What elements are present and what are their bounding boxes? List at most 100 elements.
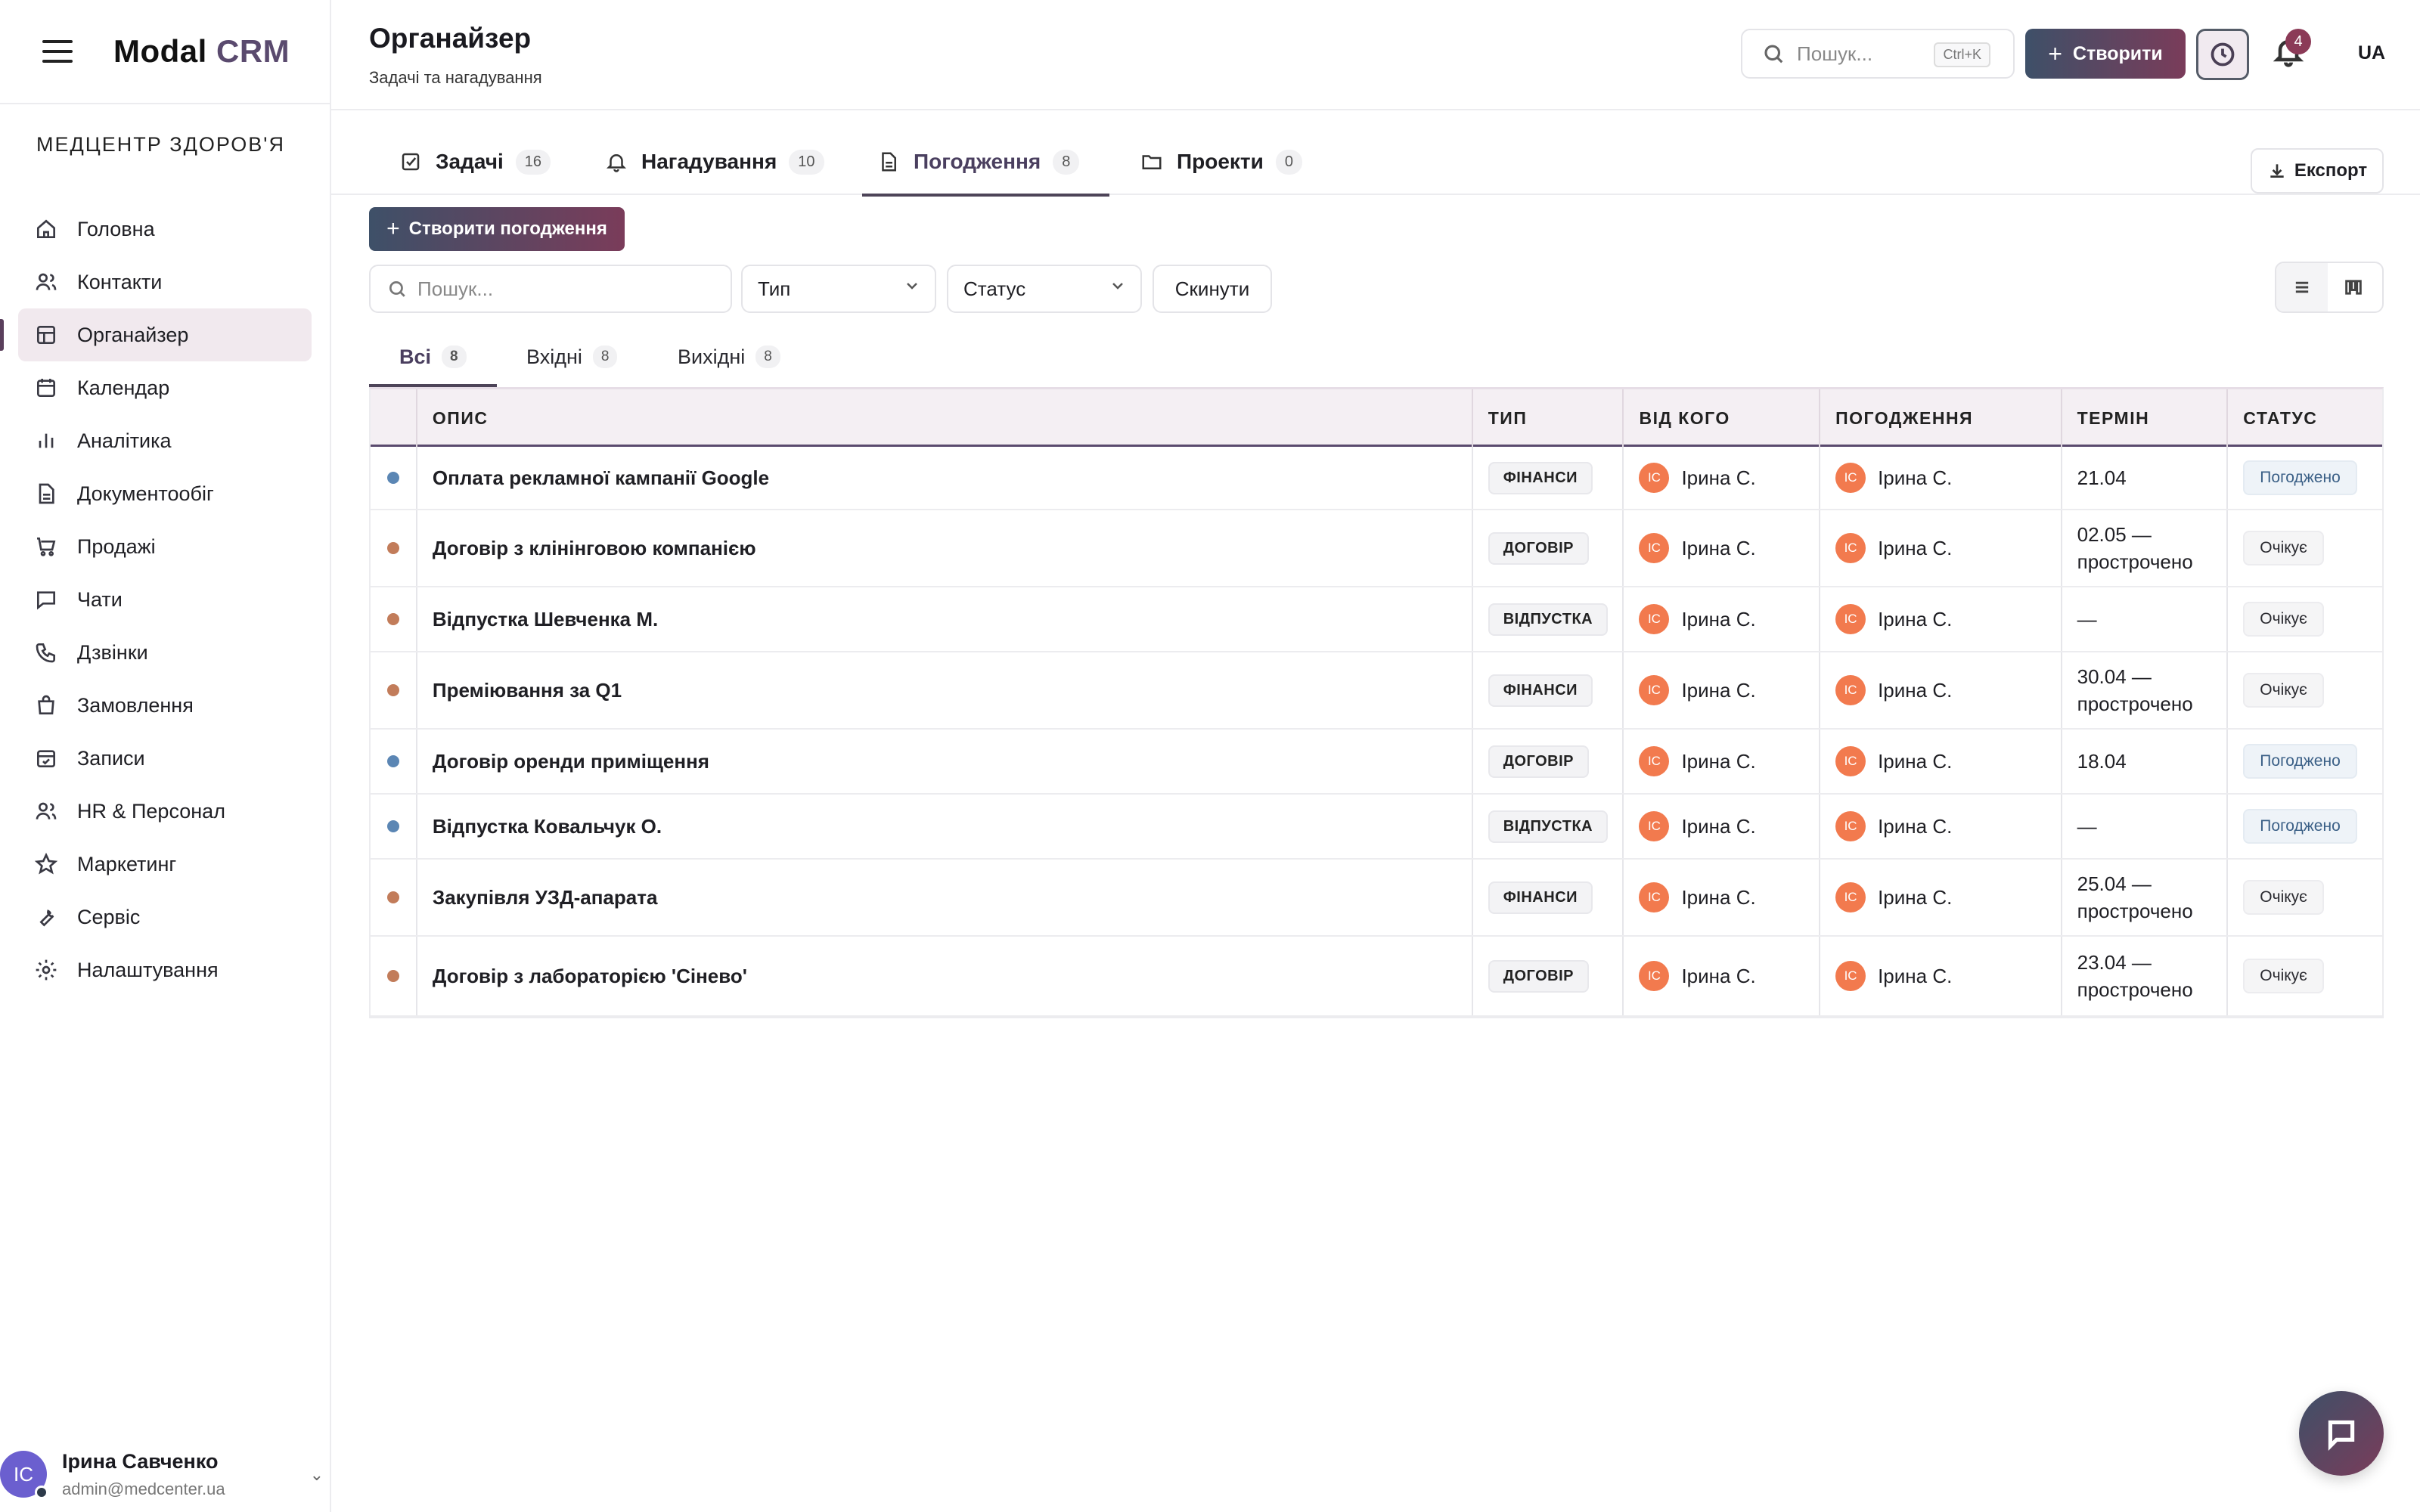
tab-projects[interactable]: Проекти 0 (1140, 129, 1302, 195)
chevron-down-icon[interactable]: ⌄ (310, 1465, 324, 1485)
sidebar-item-4[interactable]: Аналітика (18, 414, 312, 467)
approval-description[interactable]: Оплата рекламної кампанії Google (433, 466, 769, 490)
reset-button[interactable]: Скинути (1153, 265, 1272, 313)
chat-button[interactable] (2299, 1391, 2384, 1476)
sidebar-item-label: Сервіс (77, 905, 141, 928)
approver-name: Ірина С. (1878, 814, 1953, 838)
table-row[interactable]: Договір з лабораторією 'Сінево' ДОГОВІР IC… (371, 937, 2382, 1017)
type-badge: ФІНАНСИ (1488, 881, 1593, 914)
direction-tabs: Всі 8 Вхідні 8 Вихідні 8 (369, 330, 2384, 387)
sidebar-item-8[interactable]: Дзвінки (18, 626, 312, 679)
subtab-outgoing[interactable]: Вихідні 8 (678, 330, 780, 384)
approver-name: Ірина С. (1878, 749, 1953, 773)
sidebar-item-7[interactable]: Чати (18, 573, 312, 626)
approval-description[interactable]: Преміювання за Q1 (433, 679, 622, 702)
tab-reminders[interactable]: Нагадування 10 (605, 129, 824, 195)
header-status[interactable]: СТАТУС (2228, 389, 2382, 447)
sidebar-item-13[interactable]: Сервіс (18, 891, 312, 943)
table-row[interactable]: Преміювання за Q1 ФІНАНСИ IC Ірина С. IC Ірин… (371, 652, 2382, 730)
sidebar-item-label: HR & Персонал (77, 799, 225, 823)
create-approval-button[interactable]: + Створити погодження (369, 207, 625, 251)
table-row[interactable]: Оплата рекламної кампанії Google ФІНАНСИ I… (371, 447, 2382, 510)
type-badge: ДОГОВІР (1488, 959, 1590, 993)
status-select[interactable]: Статус (947, 265, 1142, 313)
avatar: IC (1835, 882, 1866, 912)
status-badge: Очікує (2243, 531, 2324, 565)
history-button[interactable] (2196, 29, 2249, 80)
sidebar: Modal CRM МЕДЦЕНТР ЗДОРОВ'Я Головна Конта… (0, 0, 331, 1512)
status-dot (386, 970, 399, 982)
team-icon (33, 798, 59, 824)
sidebar-item-label: Продажі (77, 534, 156, 558)
table-row[interactable]: Відпустка Шевченка М. ВІДПУСТКА IC Ірина С.… (371, 587, 2382, 652)
sidebar-item-14[interactable]: Налаштування (18, 943, 312, 996)
cart-icon (33, 534, 59, 559)
approvals-table: ОПИС ТИП ВІД КОГО ПОГОДЖЕННЯ ТЕРМІН СТАТ… (369, 387, 2384, 1018)
subtab-all[interactable]: Всі 8 (369, 330, 497, 387)
sidebar-item-5[interactable]: Документообіг (18, 467, 312, 520)
status-dot (386, 891, 399, 903)
from-name: Ірина С. (1681, 536, 1756, 559)
header-approver[interactable]: ПОГОДЖЕННЯ (1820, 389, 2062, 447)
avatar: IC (1639, 961, 1670, 991)
kanban-view-button[interactable] (2328, 263, 2379, 311)
header-from[interactable]: ВІД КОГО (1624, 389, 1821, 447)
avatar: IC (1835, 811, 1866, 841)
approval-description[interactable]: Договір з лабораторією 'Сінево' (433, 965, 747, 988)
sidebar-item-6[interactable]: Продажі (18, 520, 312, 573)
language-switch[interactable]: UA (2358, 42, 2385, 64)
term-value: — (2077, 608, 2097, 631)
sidebar-item-0[interactable]: Головна (18, 203, 312, 256)
type-badge: ВІДПУСТКА (1488, 603, 1609, 636)
header-description[interactable]: ОПИС (417, 389, 1473, 447)
tab-approvals[interactable]: Погодження 8 (861, 129, 1110, 197)
table-row[interactable]: Договір оренди приміщення ДОГОВІР IC Ірина … (371, 730, 2382, 795)
table-row[interactable]: Відпустка Ковальчук О. ВІДПУСТКА IC Ірина С… (371, 795, 2382, 860)
avatar: IC (1835, 675, 1866, 705)
approval-description[interactable]: Закупівля УЗД-апарата (433, 886, 658, 909)
plus-icon: + (386, 216, 400, 241)
approval-description[interactable]: Договір з клінінговою компанією (433, 537, 756, 560)
sidebar-item-1[interactable]: Контакти (18, 256, 312, 308)
status-badge: Погоджено (2243, 460, 2357, 495)
from-name: Ірина С. (1681, 964, 1756, 987)
table-row[interactable]: Договір з клінінговою компанією ДОГОВІР IC… (371, 510, 2382, 587)
header-type[interactable]: ТИП (1473, 389, 1624, 447)
list-view-button[interactable] (2276, 263, 2328, 311)
header-term[interactable]: ТЕРМІН (2062, 389, 2229, 447)
sidebar-item-9[interactable]: Замовлення (18, 679, 312, 732)
page-title: Органайзер (369, 23, 532, 54)
term-value: 30.04 — прострочено (2077, 665, 2193, 715)
sidebar-item-2[interactable]: Органайзер (0, 308, 312, 361)
type-select[interactable]: Тип (741, 265, 936, 313)
approval-description[interactable]: Відпустка Ковальчук О. (433, 815, 662, 838)
status-badge: Очікує (2243, 880, 2324, 915)
user-profile[interactable]: IC Ірина Савченко admin@medcenter.ua ⌄ (0, 1436, 330, 1512)
online-status-dot (35, 1486, 48, 1499)
term-value: 18.04 (2077, 750, 2127, 773)
chat-icon (33, 587, 59, 612)
sidebar-item-12[interactable]: Маркетинг (18, 838, 312, 891)
create-button[interactable]: + Створити (2025, 29, 2186, 79)
brand-logo[interactable]: Modal CRM (113, 33, 290, 70)
tab-tasks[interactable]: Задачі 16 (399, 129, 551, 195)
from-name: Ірина С. (1681, 885, 1756, 909)
sidebar-item-10[interactable]: Записи (18, 732, 312, 785)
global-search-input[interactable]: Пошук... Ctrl+K (1741, 29, 2015, 79)
approvals-search-input[interactable]: Пошук... (369, 265, 732, 313)
sidebar-item-3[interactable]: Календар (18, 361, 312, 414)
status-dot (386, 820, 399, 832)
menu-icon[interactable] (42, 40, 73, 63)
export-button[interactable]: Експорт (2251, 148, 2384, 194)
type-badge: ФІНАНСИ (1488, 461, 1593, 494)
table-row[interactable]: Закупівля УЗД-апарата ФІНАНСИ IC Ірина С. IC… (371, 860, 2382, 937)
users-icon (33, 269, 59, 295)
subtab-incoming[interactable]: Вхідні 8 (526, 330, 618, 384)
sidebar-item-11[interactable]: HR & Персонал (18, 785, 312, 838)
approval-description[interactable]: Відпустка Шевченка М. (433, 608, 658, 631)
chart-icon (33, 428, 59, 454)
avatar: IC (1639, 675, 1670, 705)
sidebar-item-label: Головна (77, 217, 155, 240)
avatar: IC (0, 1451, 48, 1499)
approval-description[interactable]: Договір оренди приміщення (433, 750, 709, 773)
